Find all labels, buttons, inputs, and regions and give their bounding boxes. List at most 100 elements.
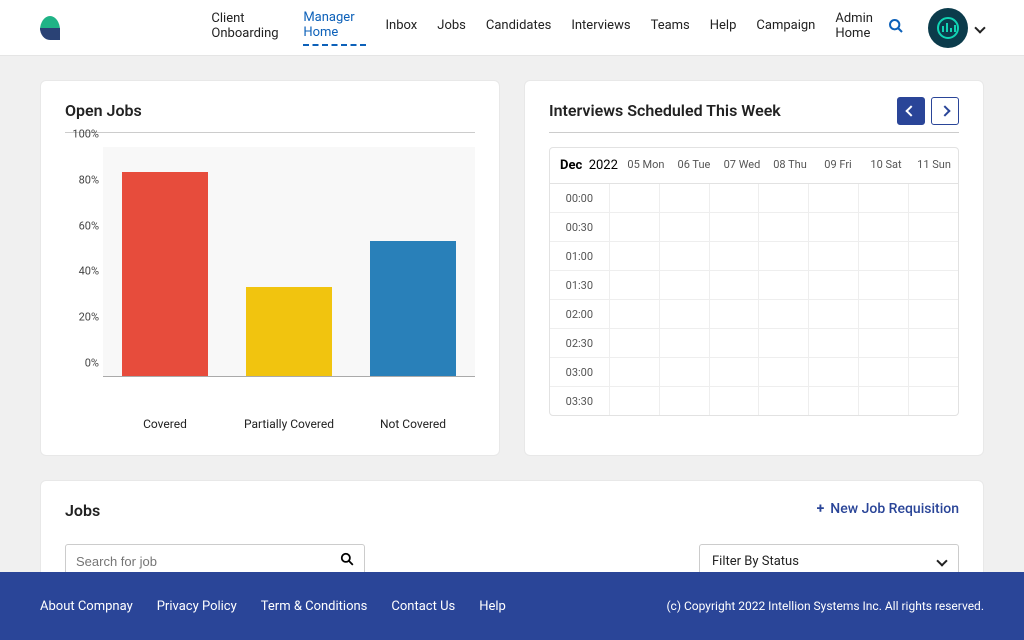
new-job-requisition-button[interactable]: + New Job Requisition [817,501,959,517]
footer-links: About Compnay Privacy Policy Term & Condit… [40,599,506,614]
calendar-cell[interactable] [809,300,859,328]
calendar-cell[interactable] [660,184,710,212]
calendar-cell[interactable] [610,358,660,386]
calendar-cell[interactable] [809,242,859,270]
calendar-cell[interactable] [909,300,958,328]
filter-label: Filter By Status [712,554,799,569]
calendar-cell[interactable] [859,329,909,357]
footer-link-term-conditions[interactable]: Term & Conditions [261,599,368,614]
nav-manager-home[interactable]: Manager Home [303,10,365,46]
calendar-cell[interactable] [809,329,859,357]
calendar-cell[interactable] [710,242,760,270]
calendar-cell[interactable] [809,184,859,212]
calendar-cell[interactable] [660,329,710,357]
calendar-cell[interactable] [859,242,909,270]
calendar-cell[interactable] [610,387,660,415]
calendar-cell[interactable] [909,387,958,415]
calendar-cell[interactable] [859,358,909,386]
job-search-input[interactable] [76,554,340,569]
calendar-cell[interactable] [859,387,909,415]
calendar-cell[interactable] [710,358,760,386]
footer-link-about-compnay[interactable]: About Compnay [40,599,133,614]
calendar-cell[interactable] [610,213,660,241]
y-tick: 80% [65,173,99,186]
calendar-cell[interactable] [859,184,909,212]
nav-teams[interactable]: Teams [651,18,690,37]
open-jobs-title: Open Jobs [65,101,475,120]
calendar-day-header: 09 Fri [814,148,862,183]
calendar-cell[interactable] [809,271,859,299]
calendar-cell[interactable] [759,213,809,241]
calendar-cell[interactable] [660,358,710,386]
nav-admin-home[interactable]: Admin Home [835,11,888,45]
footer-link-contact-us[interactable]: Contact Us [391,599,455,614]
calendar-cell[interactable] [859,213,909,241]
nav-candidates[interactable]: Candidates [486,18,551,37]
main-nav: Client Onboarding Manager Home Inbox Jobs Ca… [211,10,888,46]
plus-icon: + [817,501,825,517]
calendar-cell[interactable] [759,271,809,299]
calendar-cell[interactable] [710,271,760,299]
y-tick: 100% [65,128,99,141]
calendar-cell[interactable] [759,300,809,328]
nav-client-onboarding[interactable]: Client Onboarding [211,11,283,45]
calendar-cell[interactable] [909,271,958,299]
bar-not-covered [370,241,457,376]
nav-inbox[interactable]: Inbox [386,18,418,37]
calendar-cell[interactable] [660,271,710,299]
user-menu[interactable] [928,8,984,48]
calendar-cell[interactable] [660,242,710,270]
nav-jobs[interactable]: Jobs [437,18,466,37]
calendar-row: 00:30 [550,213,958,242]
footer: About Compnay Privacy Policy Term & Condit… [0,572,1024,640]
calendar-cell[interactable] [660,213,710,241]
interviews-card: Interviews Scheduled This Week Dec 20220… [524,80,984,456]
calendar-cell[interactable] [909,329,958,357]
chevron-left-icon [905,105,916,116]
time-slot-label: 03:00 [550,358,610,386]
calendar-cell[interactable] [809,358,859,386]
header-right [888,8,984,48]
nav-campaign[interactable]: Campaign [756,18,815,37]
calendar-body: 00:0000:3001:0001:3002:0002:3003:0003:30 [550,184,958,415]
y-tick: 60% [65,219,99,232]
calendar-cell[interactable] [909,242,958,270]
calendar-cell[interactable] [710,387,760,415]
calendar-row: 02:00 [550,300,958,329]
calendar-cell[interactable] [859,271,909,299]
calendar-cell[interactable] [909,358,958,386]
footer-link-help[interactable]: Help [479,599,506,614]
search-icon[interactable] [888,18,904,38]
x-label: Covered [103,417,227,431]
search-icon[interactable] [340,552,354,570]
calendar-next-button[interactable] [931,97,959,125]
calendar-cell[interactable] [710,300,760,328]
footer-link-privacy-policy[interactable]: Privacy Policy [157,599,237,614]
divider [65,132,475,133]
calendar-prev-button[interactable] [897,97,925,125]
calendar-cell[interactable] [610,271,660,299]
calendar-cell[interactable] [710,184,760,212]
calendar-cell[interactable] [809,213,859,241]
calendar-cell[interactable] [610,242,660,270]
calendar-cell[interactable] [660,300,710,328]
calendar-cell[interactable] [859,300,909,328]
calendar-cell[interactable] [660,387,710,415]
calendar-cell[interactable] [710,329,760,357]
calendar-cell[interactable] [759,184,809,212]
calendar-cell[interactable] [610,329,660,357]
calendar-cell[interactable] [610,300,660,328]
calendar-cell[interactable] [909,213,958,241]
nav-interviews[interactable]: Interviews [571,18,630,37]
calendar-cell[interactable] [759,358,809,386]
calendar-cell[interactable] [610,184,660,212]
calendar-cell[interactable] [759,242,809,270]
calendar-cell[interactable] [809,387,859,415]
calendar-day-header: 05 Mon [622,148,670,183]
calendar-cell[interactable] [909,184,958,212]
calendar-cell[interactable] [759,329,809,357]
calendar-cell[interactable] [710,213,760,241]
nav-help[interactable]: Help [710,18,737,37]
footer-copyright: (c) Copyright 2022 Intellion Systems Inc… [666,599,984,613]
calendar-cell[interactable] [759,387,809,415]
